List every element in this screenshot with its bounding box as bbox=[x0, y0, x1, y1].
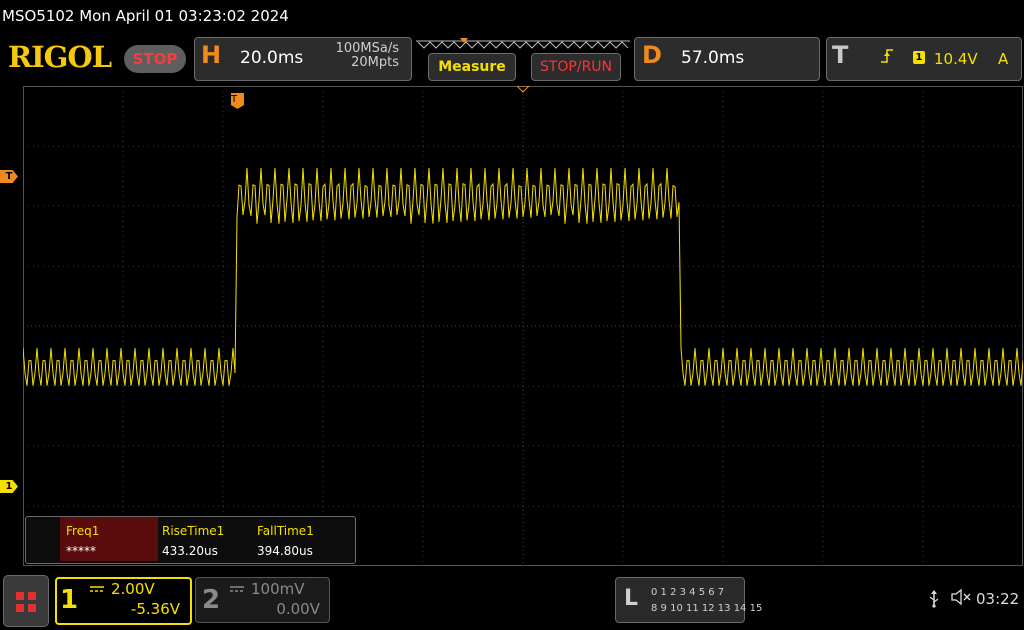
device-datetime: MSO5102 Mon April 01 03:23:02 2024 bbox=[2, 7, 289, 25]
measurement-name: FallTime1 bbox=[257, 524, 314, 538]
logic-channels-row1: 0 1 2 3 4 5 6 7 bbox=[651, 587, 725, 598]
measurement-rise-time[interactable]: RiseTime1 433.20us bbox=[156, 517, 252, 561]
grid-menu-icon bbox=[16, 592, 36, 612]
home-button[interactable] bbox=[3, 575, 49, 627]
measurement-fall-time[interactable]: FallTime1 394.80us bbox=[251, 517, 351, 561]
channel1-offset: -5.36V bbox=[130, 600, 180, 618]
dc-coupling-icon bbox=[90, 586, 104, 595]
dc-coupling-icon bbox=[230, 586, 244, 595]
trigger-mode: A bbox=[998, 50, 1009, 68]
measurement-value: 394.80us bbox=[257, 544, 313, 558]
sample-info: 100MSa/s 20Mpts bbox=[323, 42, 399, 70]
trigger-letter: T bbox=[832, 41, 849, 69]
logic-letter: L bbox=[624, 586, 639, 611]
sample-rate: 100MSa/s bbox=[335, 41, 399, 56]
channel1-number: 1 bbox=[60, 585, 79, 615]
channel1-scale: 2.00V bbox=[111, 580, 155, 598]
horizontal-letter: H bbox=[201, 41, 222, 69]
measurement-panel: Freq1 ***** RiseTime1 433.20us FallTime1… bbox=[25, 516, 356, 564]
timebase-value: 20.0ms bbox=[240, 48, 304, 68]
status-clock: 03:22 bbox=[976, 590, 1020, 608]
channel2-scale: 100mV bbox=[251, 580, 305, 598]
measurement-name: RiseTime1 bbox=[162, 524, 225, 538]
usb-icon bbox=[928, 590, 940, 612]
run-state-badge: STOP bbox=[124, 45, 186, 73]
title-bar: MSO5102 Mon April 01 03:23:02 2024 bbox=[0, 0, 1024, 32]
delay-letter: D bbox=[642, 41, 662, 69]
speaker-muted-icon[interactable] bbox=[950, 588, 972, 610]
stop-run-button[interactable]: STOP/RUN bbox=[531, 53, 621, 81]
trigger-source-badge: 1 bbox=[913, 51, 925, 64]
channel1-ground-marker[interactable]: 1 bbox=[0, 480, 18, 493]
trigger-level-value: 10.4V bbox=[934, 50, 978, 68]
logic-channels-row2: 8 9 10 11 12 13 14 15 bbox=[651, 603, 763, 614]
measurement-freq[interactable]: Freq1 ***** bbox=[60, 517, 158, 561]
delay-value: 57.0ms bbox=[681, 48, 745, 68]
measurement-value: ***** bbox=[66, 544, 96, 558]
waveform-display[interactable] bbox=[23, 86, 1023, 566]
measurement-value: 433.20us bbox=[162, 544, 218, 558]
rising-edge-icon bbox=[880, 48, 894, 68]
memory-depth: 20Mpts bbox=[351, 55, 399, 70]
rigol-logo: RIGOL bbox=[8, 40, 112, 74]
channel2-offset: 0.00V bbox=[276, 600, 320, 618]
measurement-name: Freq1 bbox=[66, 524, 100, 538]
channel2-number: 2 bbox=[202, 585, 221, 615]
trigger-level-marker[interactable]: T bbox=[0, 170, 18, 183]
memory-timeline bbox=[416, 38, 630, 49]
measure-button[interactable]: Measure bbox=[428, 53, 516, 81]
